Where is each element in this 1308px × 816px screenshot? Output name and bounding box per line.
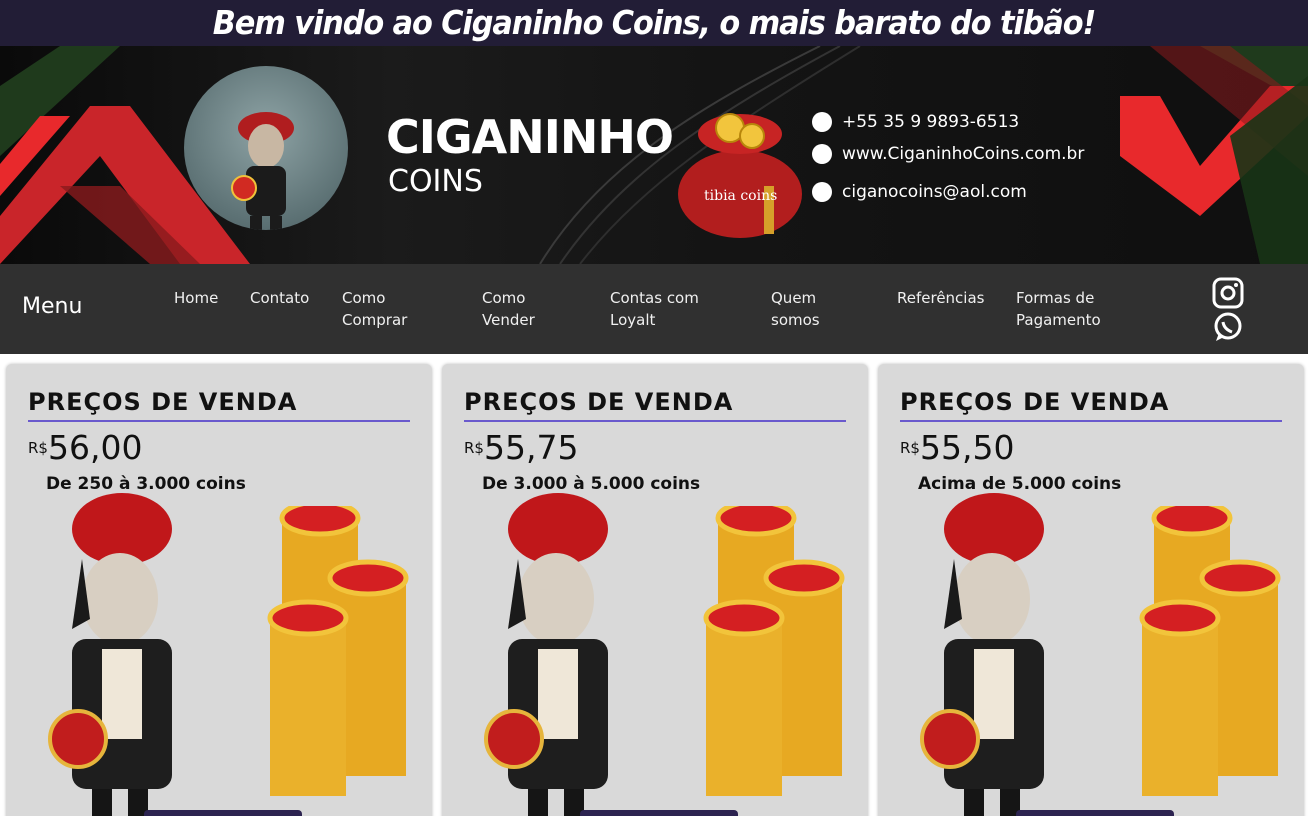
card-price: R$55,75	[464, 428, 578, 467]
coin-stack-icon	[703, 506, 845, 796]
bag-label: tibia coins	[704, 188, 777, 204]
heading-divider	[28, 420, 410, 422]
pirate-mascot-icon	[484, 493, 608, 816]
nav-item-quem-somos[interactable]: Quem somos	[771, 287, 820, 331]
phone-icon	[812, 112, 832, 132]
nav-item-formas-pagamento[interactable]: Formas de Pagamento	[1016, 287, 1101, 331]
card-price: R$56,00	[28, 428, 142, 467]
card-heading: PREÇOS DE VENDA	[28, 388, 298, 416]
pirate-mascot-icon	[920, 493, 1044, 816]
brand-subtitle: COINS	[388, 164, 483, 199]
pirate-mascot-icon	[48, 493, 172, 816]
header-banner: CIGANINHO COINS tibia coins +55 35 9 989…	[0, 46, 1308, 264]
email-icon	[812, 182, 832, 202]
buy-button[interactable]	[144, 810, 302, 816]
globe-icon	[812, 144, 832, 164]
card-price: R$55,50	[900, 428, 1014, 467]
buy-button[interactable]	[1016, 810, 1174, 816]
currency-label: R$	[28, 439, 48, 457]
instagram-icon[interactable]	[1212, 277, 1244, 309]
website-text: www.CiganinhoCoins.com.br	[842, 144, 1085, 164]
welcome-bar: Bem vindo ao Ciganinho Coins, o mais bar…	[0, 0, 1308, 46]
brand-name: CIGANINHO	[386, 110, 674, 164]
whatsapp-icon[interactable]	[1212, 311, 1244, 343]
nav-item-home[interactable]: Home	[174, 287, 218, 309]
nav-item-contas-loyalt[interactable]: Contas com Loyalt	[610, 287, 699, 331]
email-contact[interactable]: ciganocoins@aol.com	[812, 182, 1027, 202]
coin-bag-icon: tibia coins	[678, 113, 802, 238]
menu-label[interactable]: Menu	[22, 294, 82, 319]
coin-stack-icon	[1139, 506, 1281, 796]
price-card-3: PREÇOS DE VENDA R$55,50 Acima de 5.000 c…	[878, 364, 1304, 816]
logo-avatar[interactable]	[184, 66, 348, 230]
price-cards-section: PREÇOS DE VENDA R$56,00 De 250 à 3.000 c…	[0, 354, 1308, 816]
heading-divider	[900, 420, 1282, 422]
card-heading: PREÇOS DE VENDA	[464, 388, 734, 416]
nav-item-referencias[interactable]: Referências	[897, 287, 984, 309]
welcome-text: Bem vindo ao Ciganinho Coins, o mais bar…	[212, 3, 1097, 42]
card-heading: PREÇOS DE VENDA	[900, 388, 1170, 416]
heading-divider	[464, 420, 846, 422]
phone-contact[interactable]: +55 35 9 9893-6513	[812, 112, 1019, 132]
buy-button[interactable]	[580, 810, 738, 816]
price-card-1: PREÇOS DE VENDA R$56,00 De 250 à 3.000 c…	[6, 364, 432, 816]
pirate-logo-icon	[231, 112, 294, 230]
currency-label: R$	[900, 439, 920, 457]
currency-label: R$	[464, 439, 484, 457]
price-value: 55,75	[483, 428, 579, 467]
price-value: 56,00	[47, 428, 143, 467]
coin-stack-icon	[267, 506, 409, 796]
nav-item-como-vender[interactable]: Como Vender	[482, 287, 535, 331]
phone-text: +55 35 9 9893-6513	[842, 112, 1020, 132]
main-navigation: Menu Home Contato Como Comprar Como Vend…	[0, 264, 1308, 354]
price-value: 55,50	[919, 428, 1015, 467]
email-text: ciganocoins@aol.com	[842, 182, 1027, 202]
price-card-2: PREÇOS DE VENDA R$55,75 De 3.000 à 5.000…	[442, 364, 868, 816]
website-contact[interactable]: www.CiganinhoCoins.com.br	[812, 144, 1084, 164]
nav-item-como-comprar[interactable]: Como Comprar	[342, 287, 407, 331]
nav-item-contato[interactable]: Contato	[250, 287, 309, 309]
